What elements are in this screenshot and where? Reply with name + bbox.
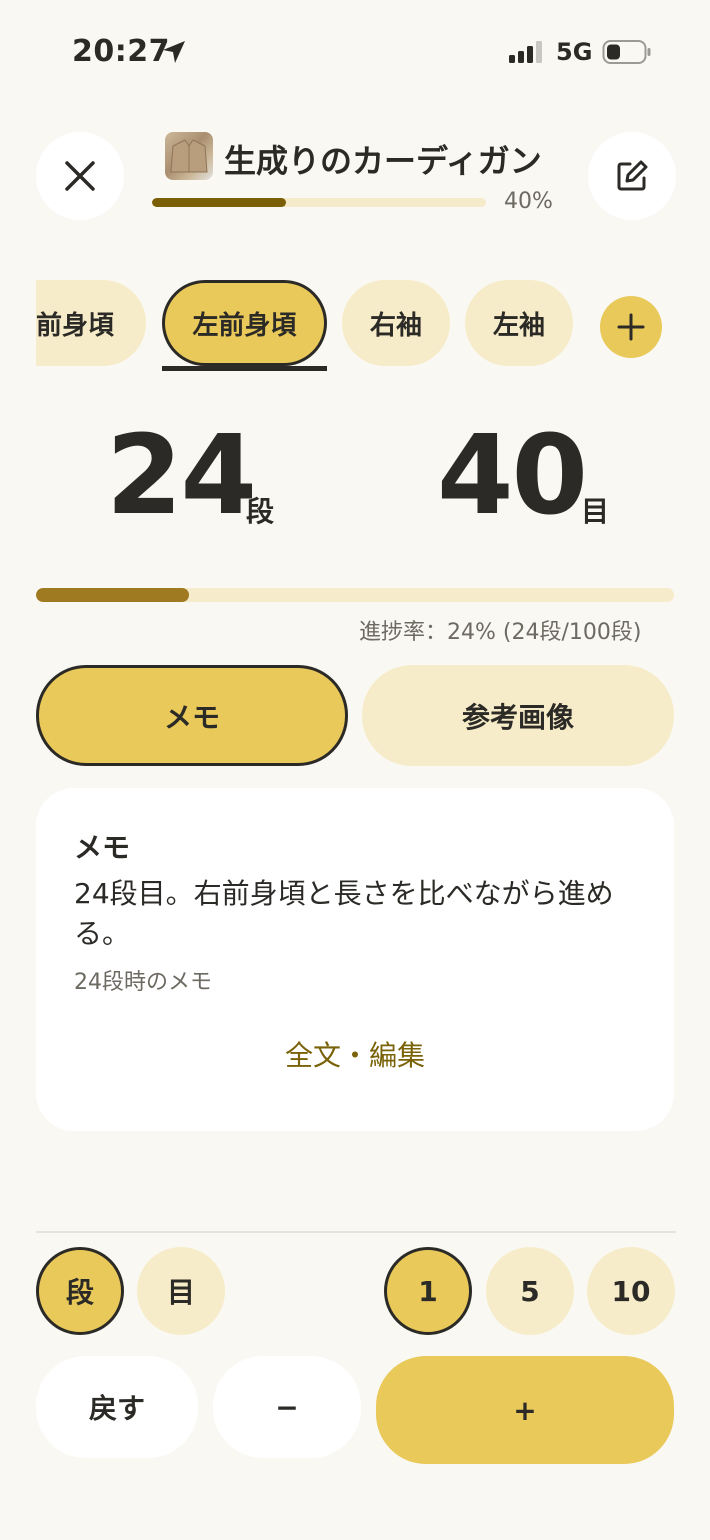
project-title: 生成りのカーディガン: [224, 142, 542, 180]
tab-label: 前身頃: [36, 310, 115, 341]
add-part-button[interactable]: [600, 296, 662, 358]
row-unit: 段: [246, 495, 275, 528]
step-10-toggle[interactable]: 10: [587, 1247, 675, 1335]
edit-button[interactable]: [588, 132, 676, 220]
tab-left-front-body[interactable]: 左前身頃: [162, 280, 327, 366]
project-progress-fill: [152, 198, 286, 207]
plus-label: +: [513, 1393, 537, 1427]
row-count: 24: [106, 411, 257, 539]
close-button[interactable]: [36, 132, 124, 220]
stitch-unit: 目: [581, 495, 610, 528]
progress-text: 進捗率：24% (24段/100段): [359, 620, 642, 645]
mode-row-toggle[interactable]: 段: [36, 1247, 124, 1335]
signal-bars-icon: [509, 41, 542, 63]
active-tab-underline: [162, 366, 327, 371]
close-icon: [65, 161, 95, 191]
tab-front-body[interactable]: 前身頃: [36, 280, 146, 366]
undo-button[interactable]: 戻す: [36, 1356, 198, 1458]
memo-title: メモ: [74, 831, 131, 864]
tab-label: 左前身頃: [192, 310, 297, 341]
reference-tab-label: 参考画像: [461, 700, 574, 734]
location-arrow-icon: [163, 41, 185, 63]
step-1-label: 1: [418, 1274, 438, 1308]
stitch-count: 40: [437, 411, 588, 539]
step-5-label: 5: [520, 1274, 540, 1308]
plus-icon: [617, 313, 645, 341]
memo-body: 24段目。右前身頃と長さを比べながら進める。: [74, 877, 614, 950]
tab-label: 左袖: [492, 310, 545, 341]
project-progress-bar: [152, 198, 486, 207]
mode-row-label: 段: [65, 1276, 94, 1309]
tab-label: 右袖: [369, 310, 422, 341]
project-progress-label: 40%: [504, 189, 553, 214]
tab-right-sleeve[interactable]: 右袖: [342, 280, 450, 366]
memo-tab-label: メモ: [163, 700, 220, 734]
reference-images-button[interactable]: 参考画像: [362, 665, 674, 766]
memo-tab-button[interactable]: メモ: [36, 665, 348, 766]
tab-left-sleeve[interactable]: 左袖: [465, 280, 573, 366]
undo-label: 戻す: [88, 1392, 145, 1425]
row-progress-fill: [36, 588, 190, 602]
battery-icon: [602, 40, 651, 64]
memo-card: [36, 788, 674, 1131]
status-time: 20:27: [72, 34, 170, 69]
memo-subtitle: 24段時のメモ: [74, 970, 212, 995]
project-thumbnail: [165, 132, 213, 180]
increment-button[interactable]: +: [376, 1356, 674, 1464]
network-label: 5G: [556, 38, 593, 66]
memo-edit-link[interactable]: 全文・編集: [0, 1034, 710, 1074]
mode-stitch-toggle[interactable]: 目: [137, 1247, 225, 1335]
step-10-label: 10: [611, 1274, 651, 1308]
minus-label: −: [275, 1390, 299, 1424]
decrement-button[interactable]: −: [213, 1356, 361, 1458]
mode-stitch-label: 目: [166, 1276, 195, 1309]
divider: [36, 1231, 676, 1233]
row-progress-bar: [36, 588, 674, 602]
step-1-toggle[interactable]: 1: [384, 1247, 472, 1335]
step-5-toggle[interactable]: 5: [486, 1247, 574, 1335]
edit-icon: [617, 160, 648, 191]
